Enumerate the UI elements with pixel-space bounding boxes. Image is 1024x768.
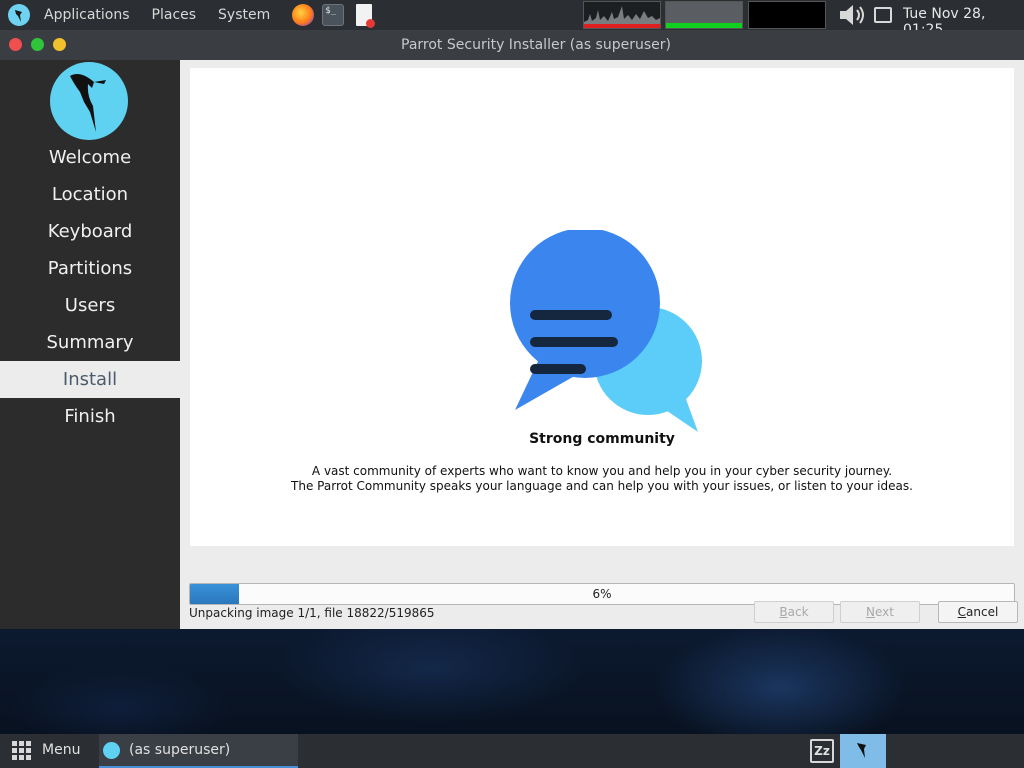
parrot-logo-icon: [103, 742, 120, 759]
grid-menu-icon[interactable]: [12, 741, 32, 761]
step-partitions: Partitions: [47, 258, 133, 279]
sleep-icon[interactable]: Zz: [810, 739, 834, 763]
chat-bubbles-icon: [510, 230, 702, 432]
close-window-button[interactable]: [9, 38, 22, 51]
next-button[interactable]: Next: [840, 601, 920, 623]
menu-label[interactable]: Menu: [42, 742, 80, 758]
slide-title: Strong community: [529, 431, 675, 447]
step-keyboard: Keyboard: [47, 221, 133, 242]
parrot-logo-icon: [50, 62, 128, 140]
installer-content: Strong community A vast community of exp…: [180, 60, 1024, 629]
cancel-label: ancel: [966, 605, 999, 619]
step-welcome: Welcome: [48, 147, 132, 168]
bottom-panel: Menu (as superuser) Zz: [0, 734, 1024, 768]
applications-menu[interactable]: Applications: [36, 7, 138, 23]
taskbar-item-installer[interactable]: (as superuser): [99, 734, 298, 768]
step-install: Install: [0, 361, 180, 398]
window-titlebar[interactable]: Parrot Security Installer (as superuser): [0, 30, 1024, 60]
next-label: ext: [875, 605, 894, 619]
window-title: Parrot Security Installer (as superuser): [401, 37, 671, 53]
step-location: Location: [51, 184, 129, 205]
installer-steps: Welcome Location Keyboard Partitions Use…: [0, 139, 180, 435]
cancel-button[interactable]: Cancel: [938, 601, 1018, 623]
places-menu[interactable]: Places: [144, 7, 205, 23]
slide-description: A vast community of experts who want to …: [190, 464, 1014, 494]
step-summary: Summary: [46, 332, 134, 353]
next-mnemonic: N: [866, 605, 875, 619]
step-finish: Finish: [64, 406, 116, 427]
maximize-window-button[interactable]: [31, 38, 44, 51]
back-label: ack: [787, 605, 809, 619]
parrot-tray-icon[interactable]: [840, 734, 886, 768]
firefox-icon[interactable]: [292, 4, 315, 26]
step-users: Users: [64, 295, 116, 316]
system-menu[interactable]: System: [210, 7, 278, 23]
network-monitor[interactable]: [748, 1, 826, 29]
memory-monitor[interactable]: [665, 1, 743, 29]
desktop-background: [0, 628, 1024, 734]
slide-description-line: A vast community of experts who want to …: [311, 464, 893, 478]
back-button[interactable]: Back: [754, 601, 834, 623]
display-icon[interactable]: [874, 7, 892, 23]
install-status: Unpacking image 1/1, file 18822/519865: [189, 606, 435, 620]
terminal-glyph: $_: [325, 6, 337, 16]
text-editor-icon[interactable]: [356, 4, 376, 28]
slide-description-line: The Parrot Community speaks your languag…: [291, 479, 913, 493]
cancel-mnemonic: C: [957, 605, 967, 619]
installer-window: Parrot Security Installer (as superuser)…: [0, 30, 1024, 629]
back-mnemonic: B: [779, 605, 788, 619]
top-panel: Applications Places System $_ Tue Nov 28…: [0, 0, 1024, 38]
parrot-logo-icon[interactable]: [8, 4, 30, 26]
minimize-window-button[interactable]: [53, 38, 66, 51]
cpu-monitor[interactable]: [583, 1, 661, 29]
volume-icon[interactable]: [838, 2, 868, 28]
terminal-icon[interactable]: $_: [322, 4, 345, 26]
taskbar-item-label: (as superuser): [129, 742, 231, 758]
slideshow-panel: Strong community A vast community of exp…: [190, 68, 1014, 546]
installer-sidebar: Welcome Location Keyboard Partitions Use…: [0, 60, 180, 629]
